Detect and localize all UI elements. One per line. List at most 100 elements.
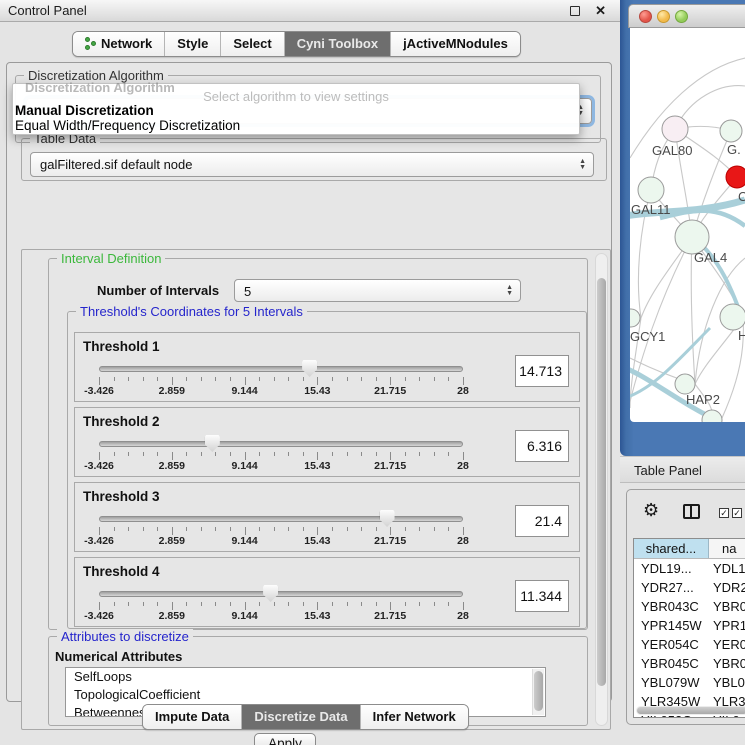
minimize-traffic-light[interactable]	[657, 10, 670, 23]
network-node-label: GAL80	[652, 143, 692, 158]
slider-track[interactable]	[99, 516, 463, 522]
table-data-group: Table Data galFiltered.sif default node …	[21, 138, 607, 181]
table-row[interactable]: YBL079WYBL0	[634, 673, 745, 692]
network-node-label: G.	[727, 142, 741, 157]
close-traffic-light[interactable]	[639, 10, 652, 23]
threshold-value-field[interactable]: 21.4	[515, 505, 569, 537]
checkbox-1[interactable]: ✓	[719, 508, 729, 518]
threshold-value-field[interactable]: 6.316	[515, 430, 569, 462]
threshold-slider[interactable]	[99, 590, 463, 598]
slider-thumb[interactable]	[205, 435, 220, 452]
table-horizontal-scrollbar[interactable]	[636, 706, 745, 715]
apply-button[interactable]: Apply	[254, 733, 316, 745]
node-table[interactable]: shared... na YDL19...YDL1YDR27...YDR2YBR…	[633, 538, 745, 718]
network-node-h[interactable]	[720, 304, 745, 330]
network-node-gal80[interactable]	[662, 116, 688, 142]
settings-scrollbar-thumb[interactable]	[597, 278, 606, 686]
table-row[interactable]: YBR043CYBR0	[634, 597, 745, 616]
network-window-titlebar	[628, 4, 745, 28]
tab-discretize-data[interactable]: Discretize Data	[241, 705, 359, 729]
slider-track[interactable]	[99, 441, 463, 447]
network-node-label: GAL4	[694, 250, 727, 265]
settings-scrollpanel: Interval Definition Number of Intervals …	[21, 249, 611, 730]
threshold-label: Threshold 4	[83, 564, 160, 579]
tab-cyni-toolbox[interactable]: Cyni Toolbox	[284, 32, 390, 56]
table-row[interactable]: YDR27...YDR2	[634, 578, 745, 597]
top-tabbar: NetworkStyleSelectCyni ToolboxjActiveMNo…	[72, 31, 521, 57]
slider-thumb[interactable]	[302, 360, 317, 377]
attributes-group-label: Attributes to discretize	[57, 629, 193, 644]
table-hscrollbar-thumb[interactable]	[637, 707, 745, 714]
threshold-value-field[interactable]: 11.344	[515, 580, 569, 612]
threshold-label: Threshold 1	[83, 339, 160, 354]
network-node-gcy1[interactable]	[630, 309, 640, 327]
column-layout-icon[interactable]	[683, 504, 700, 519]
tab-impute-data[interactable]: Impute Data	[143, 705, 241, 729]
network-node-g[interactable]	[720, 120, 742, 142]
slider-tick-labels: -3.4262.8599.14415.4321.71528	[99, 535, 463, 547]
control-panel-title: Control Panel	[8, 3, 87, 18]
table-row[interactable]: YER054CYER0	[634, 635, 745, 654]
network-node-gal4[interactable]	[675, 220, 709, 254]
menu-item-equal-width-frequency[interactable]: Equal Width/Frequency Discretization	[15, 118, 240, 133]
zoom-traffic-light[interactable]	[675, 10, 688, 23]
network-node-label: GCY1	[630, 329, 665, 344]
menu-item-manual-discretization[interactable]: Manual Discretization	[15, 103, 154, 118]
attribute-list-item[interactable]: TopologicalCoefficient	[66, 686, 545, 704]
slider-track[interactable]	[99, 591, 463, 597]
threshold-label: Threshold 3	[83, 489, 160, 504]
table-row[interactable]: YPR145WYPR1	[634, 616, 745, 635]
gear-icon[interactable]: ⚙	[643, 502, 659, 520]
tab-infer-network[interactable]: Infer Network	[360, 705, 468, 729]
checkbox-2[interactable]: ✓	[732, 508, 742, 518]
threshold-label: Threshold 2	[83, 414, 160, 429]
interval-definition-group: Interval Definition Number of Intervals …	[48, 258, 588, 630]
attributes-scrollbar[interactable]	[532, 669, 544, 715]
float-window-icon[interactable]	[570, 6, 580, 16]
table-panel: ⚙ ✓ ✓ shared... na YDL19...YDL1YDR27...Y…	[626, 489, 745, 725]
numerical-attributes-title: Numerical Attributes	[55, 649, 182, 664]
column-header-name[interactable]: na	[709, 539, 745, 558]
network-node-c[interactable]	[726, 166, 745, 188]
tab-select[interactable]: Select	[220, 32, 283, 56]
control-panel-titlebar: Control Panel ✕	[0, 0, 620, 22]
table-row[interactable]: YDL19...YDL1	[634, 559, 745, 578]
node-table-header: shared... na	[634, 539, 745, 559]
settings-vertical-scrollbar[interactable]	[595, 253, 608, 726]
network-node-gal11[interactable]	[638, 177, 664, 203]
num-intervals-combobox[interactable]: 5 ▲▼	[234, 279, 521, 302]
threshold-slider[interactable]	[99, 515, 463, 523]
network-node-label: C	[738, 189, 745, 204]
algorithm-dropdown-popup: Discretization Algorithm Select algorith…	[12, 83, 580, 135]
screen: Control Panel ✕ NetworkStyleSelectCyni T…	[0, 0, 745, 745]
tab-jactivemnodules[interactable]: jActiveMNodules	[390, 32, 520, 56]
node-table-rows: YDL19...YDL1YDR27...YDR2YBR043CYBR0YPR14…	[634, 559, 745, 718]
slider-thumb[interactable]	[263, 585, 278, 602]
interval-definition-group-label: Interval Definition	[57, 251, 165, 266]
network-graph: GAL80G.CGAL11GAL4GCY1HHAP2	[630, 28, 745, 422]
control-panel-window: Control Panel ✕ NetworkStyleSelectCyni T…	[0, 0, 620, 745]
network-canvas[interactable]: GAL80G.CGAL11GAL4GCY1HHAP2	[630, 28, 745, 422]
threshold-slider[interactable]	[99, 365, 463, 373]
threshold-slider[interactable]	[99, 440, 463, 448]
table-panel-title: Table Panel	[634, 463, 702, 478]
num-intervals-label: Number of Intervals	[97, 283, 219, 298]
close-icon[interactable]: ✕	[595, 0, 606, 22]
column-header-shared-name[interactable]: shared...	[634, 539, 709, 558]
table-row[interactable]: YBR045CYBR0	[634, 654, 745, 673]
num-intervals-value: 5	[244, 284, 251, 299]
table-data-combobox[interactable]: galFiltered.sif default node ▲▼	[30, 152, 594, 177]
network-node-hap2[interactable]	[675, 374, 695, 394]
attribute-list-item[interactable]: SelfLoops	[66, 668, 545, 686]
slider-thumb[interactable]	[380, 510, 395, 527]
network-node-label: HAP2	[686, 392, 720, 407]
tab-style[interactable]: Style	[164, 32, 220, 56]
attributes-scrollbar-thumb[interactable]	[534, 671, 543, 711]
threshold-box: Threshold 3 -3.4262.8599.14415.4321.7152…	[74, 482, 580, 552]
network-node-label: H	[738, 328, 745, 343]
threshold-value-field[interactable]: 14.713	[515, 355, 569, 387]
slider-tick-labels: -3.4262.8599.14415.4321.71528	[99, 385, 463, 397]
tab-network[interactable]: Network	[73, 32, 164, 56]
thresholds-group-label: Threshold's Coordinates for 5 Intervals	[76, 304, 307, 319]
slider-track[interactable]	[99, 366, 463, 372]
